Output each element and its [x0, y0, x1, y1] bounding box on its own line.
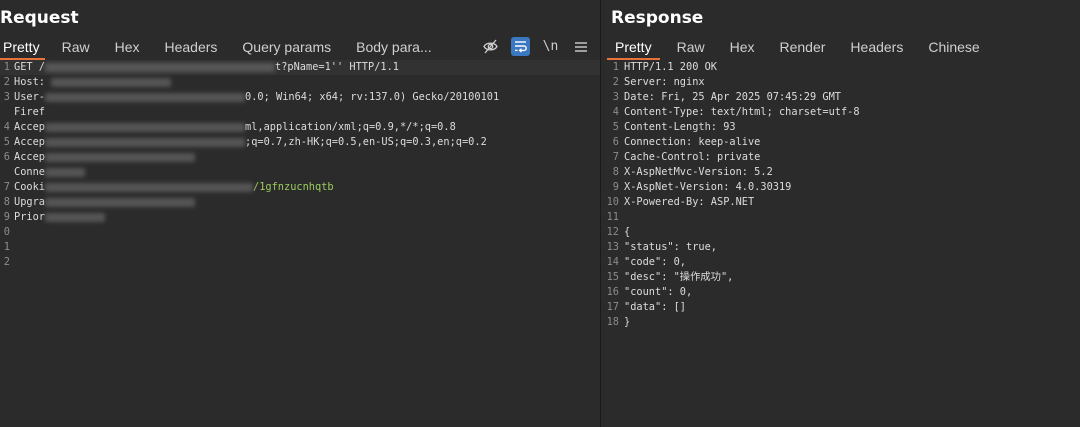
- response-title: Response: [611, 8, 704, 28]
- code-line: 12{: [606, 226, 631, 238]
- newline-toggle-icon[interactable]: \n: [541, 37, 560, 56]
- wrap-lines-icon[interactable]: [511, 37, 530, 56]
- code-line: 3 User- 0.0; Win64; x64; rv:137.0) Gecko/2…: [3, 91, 500, 103]
- redacted-text: [45, 182, 253, 192]
- redacted-text: [45, 122, 245, 132]
- code-line: 4 Content-Type: text/html; charset=utf-8: [612, 106, 860, 118]
- response-tab-hex[interactable]: Hex: [730, 36, 755, 60]
- response-tab-headers[interactable]: Headers: [850, 36, 903, 60]
- code-line: 10 X-Powered-By: ASP.NET: [606, 196, 755, 208]
- request-tab-body-params[interactable]: Body para...: [356, 36, 432, 60]
- redacted-text: [45, 62, 275, 72]
- response-tab-raw[interactable]: Raw: [677, 36, 705, 60]
- code-line: 7 Cache-Control: private: [612, 151, 761, 163]
- code-line: Firef: [14, 106, 45, 118]
- request-title: Request: [0, 8, 79, 28]
- request-toolbar: \n: [481, 37, 590, 56]
- code-line: 13 "status": true,: [606, 241, 717, 253]
- redacted-text: [45, 137, 245, 147]
- code-line: 2: [3, 256, 10, 268]
- code-line: 15 "desc": "操作成功",: [606, 271, 734, 283]
- code-line: 5 Accep ;q=0.7,zh-HK;q=0.5,en-US;q=0.3,en;…: [3, 136, 487, 148]
- response-tab-render[interactable]: Render: [780, 36, 826, 60]
- request-tab-query-params[interactable]: Query params: [242, 36, 331, 60]
- request-pane: Request Pretty Raw Hex Headers Query par…: [0, 0, 600, 427]
- code-line: 1 GET / t?pName=1'' HTTP/1.1: [0, 60, 600, 75]
- code-line: 3 Date: Fri, 25 Apr 2025 07:45:29 GMT: [612, 91, 841, 103]
- code-line: 0: [3, 226, 10, 238]
- hide-icon[interactable]: [481, 37, 500, 56]
- code-line: 6 Accep: [0, 150, 600, 165]
- menu-icon[interactable]: [571, 37, 590, 56]
- code-line: 18}: [606, 316, 631, 328]
- response-tab-pretty[interactable]: Pretty: [607, 36, 660, 60]
- response-tab-chinese[interactable]: Chinese: [928, 36, 979, 60]
- code-line: 8 X-AspNetMvc-Version: 5.2: [612, 166, 773, 178]
- code-line: 1: [3, 241, 10, 253]
- redacted-text: [45, 212, 105, 222]
- code-line: 6 Connection: keep-alive: [612, 136, 761, 148]
- request-tab-raw[interactable]: Raw: [62, 36, 90, 60]
- code-line: 16 "count": 0,: [606, 286, 693, 298]
- redacted-text: [45, 167, 85, 177]
- code-line: 14 "code": 0,: [606, 256, 686, 268]
- request-tab-pretty[interactable]: Pretty: [0, 36, 45, 60]
- redacted-text: [45, 152, 195, 162]
- response-pane: Response Pretty Raw Hex Render Headers C…: [601, 0, 1080, 427]
- code-line: 9 Prior: [0, 210, 600, 225]
- request-tab-headers[interactable]: Headers: [165, 36, 218, 60]
- code-line: 1 HTTP/1.1 200 OK: [612, 61, 717, 73]
- response-editor[interactable]: 1 HTTP/1.1 200 OK 2 Server: nginx 3 Date: F…: [601, 60, 1080, 427]
- redacted-text: [45, 197, 195, 207]
- redacted-text: [45, 92, 245, 102]
- code-line: 7 Cooki/1gfnzucnhqtb: [3, 181, 334, 193]
- code-line: 9 X-AspNet-Version: 4.0.30319: [612, 181, 792, 193]
- code-line: 8 Upgra: [0, 195, 600, 210]
- redacted-text: [51, 77, 172, 87]
- code-line: 11: [606, 211, 619, 223]
- code-line: Conne: [0, 165, 600, 180]
- request-editor[interactable]: 1 GET / t?pName=1'' HTTP/1.1 2 Host: 3 User-…: [0, 60, 600, 427]
- code-line: 5 Content-Length: 93: [612, 121, 736, 133]
- code-line: 17 "data": []: [606, 301, 686, 313]
- request-tab-hex[interactable]: Hex: [115, 36, 140, 60]
- code-line: 2 Server: nginx: [612, 76, 705, 88]
- code-line: 2 Host:: [0, 75, 600, 90]
- response-tabs: Pretty Raw Hex Render Headers Chinese: [607, 34, 1080, 60]
- code-line: 4 Accep ml,application/xml;q=0.9,*/*;q=0.8: [3, 121, 456, 133]
